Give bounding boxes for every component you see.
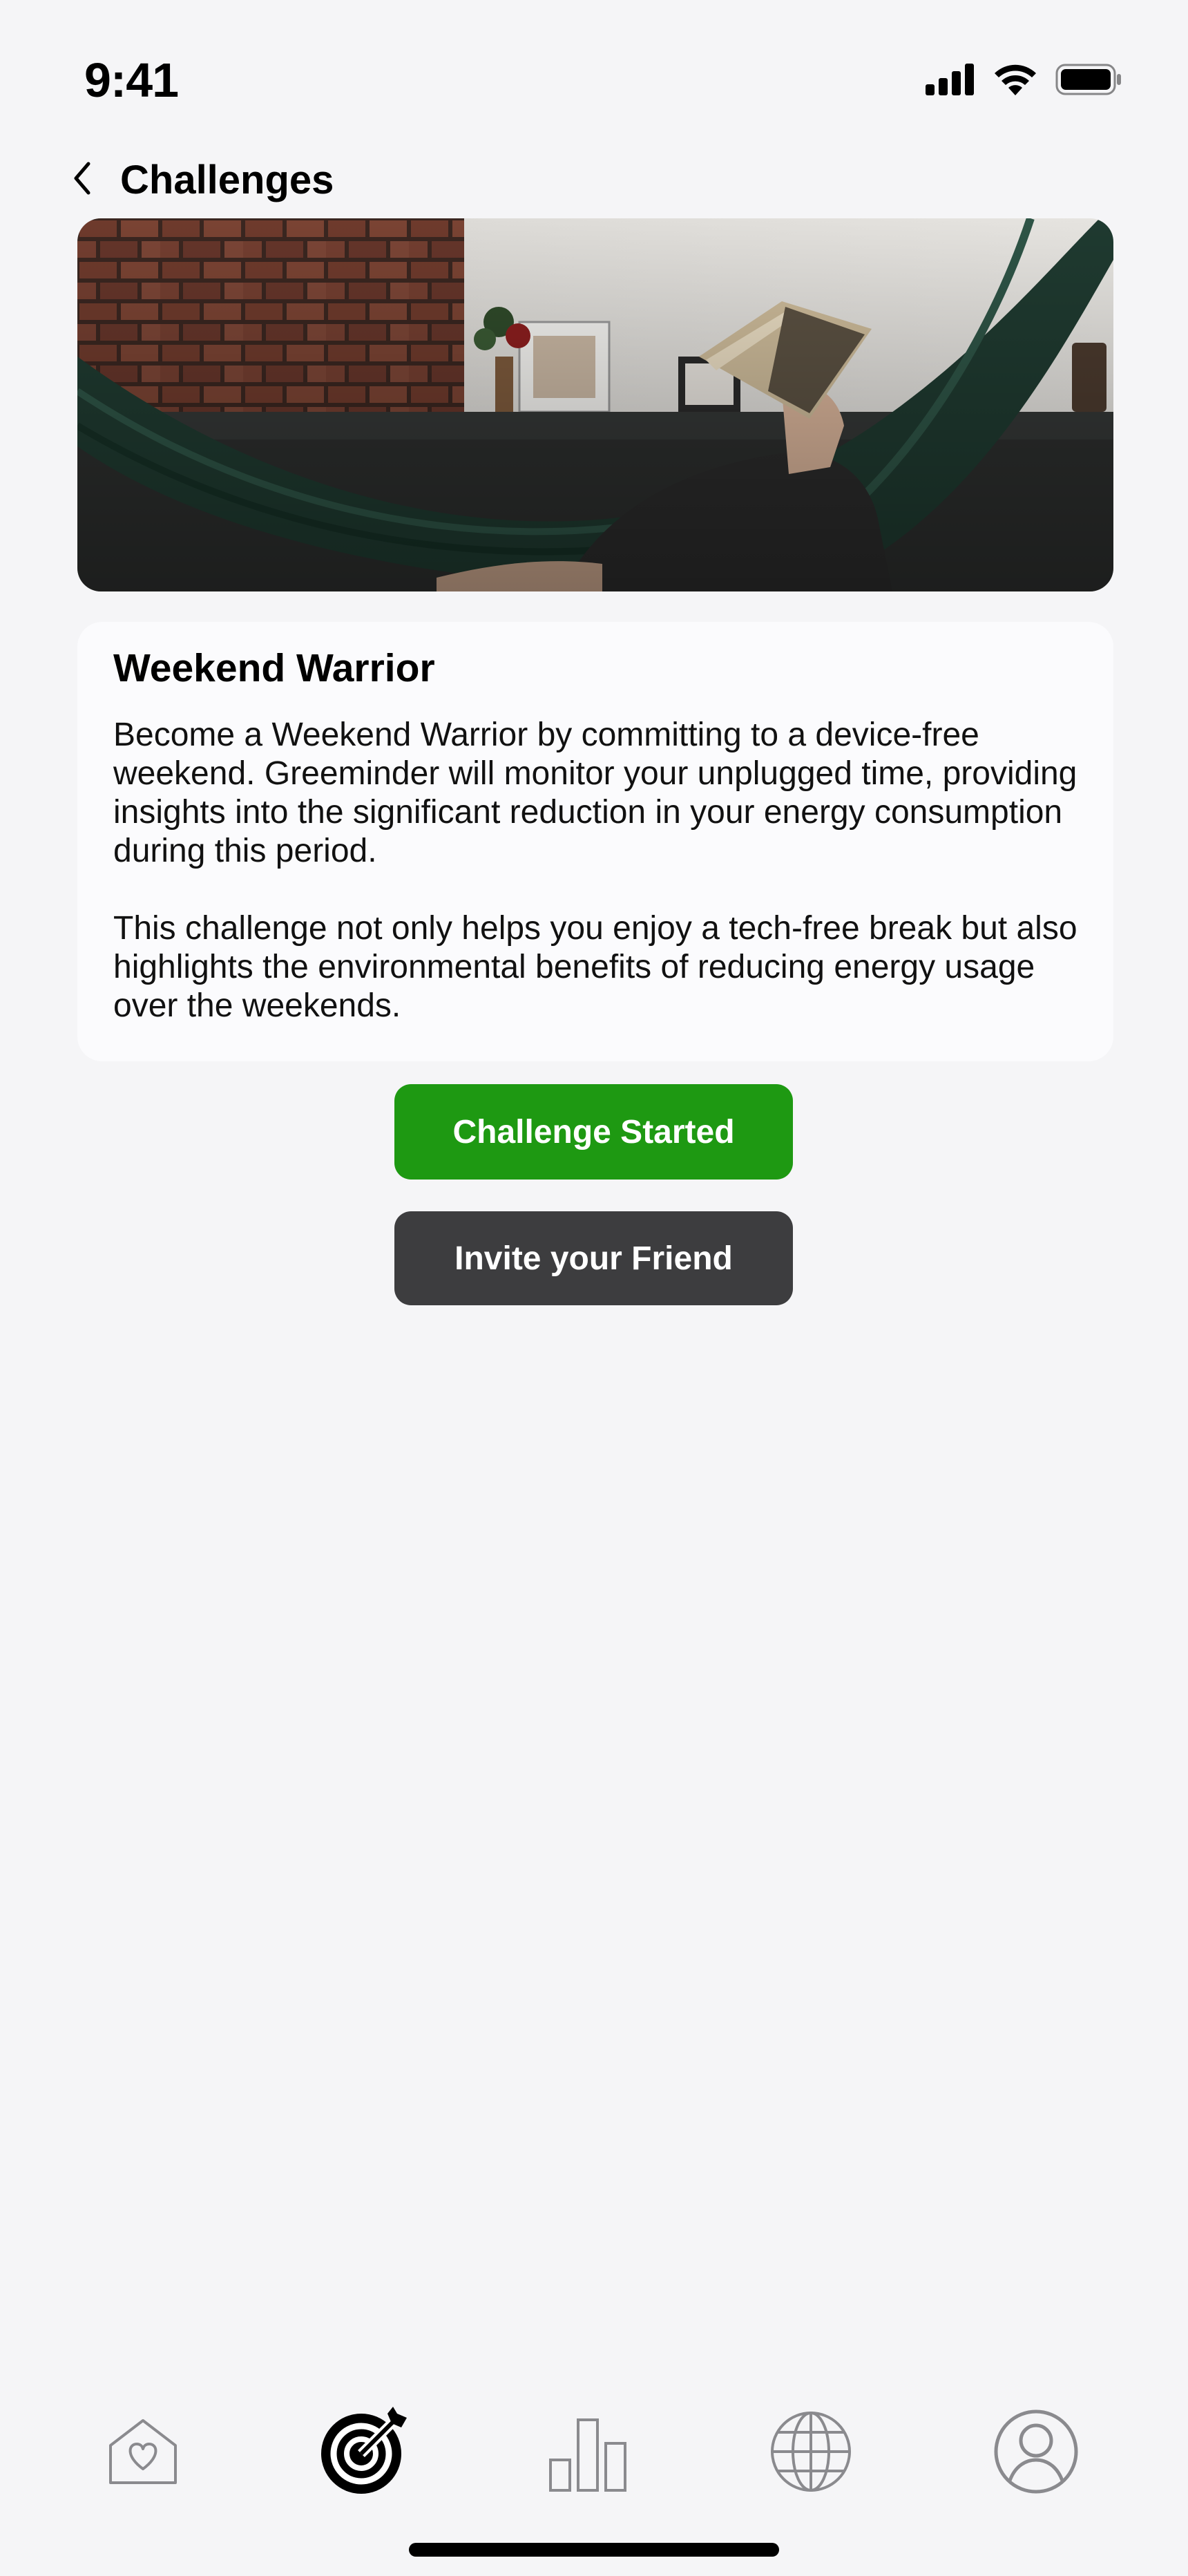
tab-community[interactable] bbox=[756, 2398, 866, 2508]
challenge-card: Weekend Warrior Become a Weekend Warrior… bbox=[77, 622, 1113, 1061]
home-indicator bbox=[409, 2543, 779, 2557]
back-button[interactable] bbox=[72, 159, 99, 200]
target-icon bbox=[318, 2406, 408, 2500]
invite-friend-button[interactable]: Invite your Friend bbox=[394, 1211, 793, 1305]
chevron-left-icon bbox=[72, 161, 93, 199]
status-icons bbox=[926, 64, 1122, 99]
status-bar: 9:41 bbox=[0, 0, 1188, 166]
nav-header: Challenges bbox=[72, 152, 334, 207]
home-heart-icon bbox=[105, 2414, 181, 2493]
challenge-title: Weekend Warrior bbox=[113, 646, 435, 690]
tab-stats[interactable] bbox=[533, 2398, 643, 2508]
cellular-signal-icon bbox=[926, 64, 975, 99]
challenge-description: Become a Weekend Warrior by committing t… bbox=[113, 717, 1077, 869]
tab-profile[interactable] bbox=[981, 2398, 1091, 2508]
bar-chart-icon bbox=[546, 2410, 629, 2497]
profile-icon bbox=[993, 2409, 1079, 2498]
wifi-icon bbox=[993, 64, 1037, 99]
status-time: 9:41 bbox=[84, 53, 179, 107]
tab-bar bbox=[0, 2398, 1188, 2522]
challenge-description-secondary: This challenge not only helps you enjoy … bbox=[113, 910, 1077, 1024]
globe-icon bbox=[769, 2410, 852, 2497]
tab-challenges[interactable] bbox=[308, 2398, 419, 2508]
hero-image bbox=[77, 218, 1113, 591]
page-title: Challenges bbox=[120, 157, 334, 202]
challenge-started-button[interactable]: Challenge Started bbox=[394, 1084, 793, 1180]
tab-home[interactable] bbox=[88, 2398, 198, 2508]
battery-icon bbox=[1055, 64, 1122, 99]
